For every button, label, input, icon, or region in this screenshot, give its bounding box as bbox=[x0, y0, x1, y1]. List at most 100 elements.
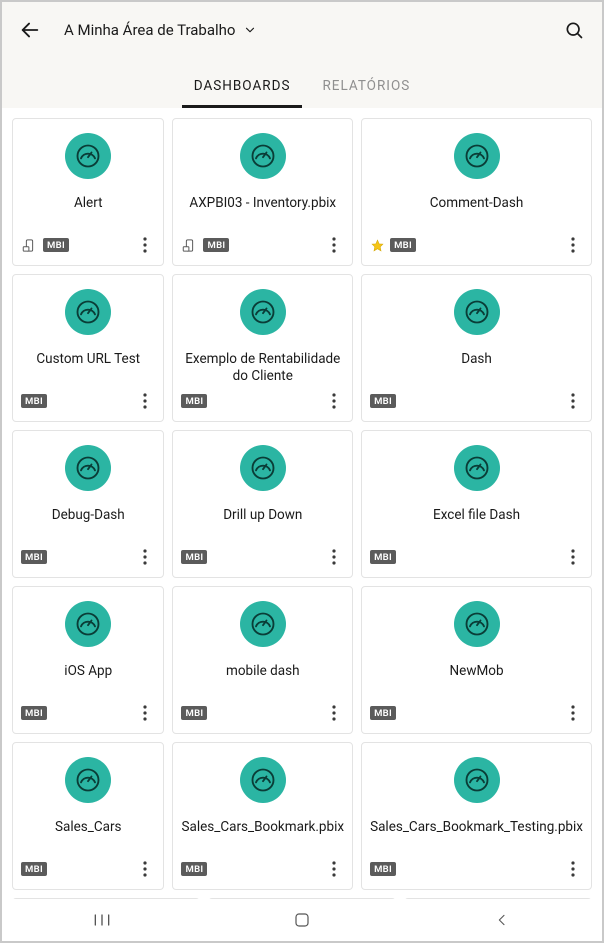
dashboard-card[interactable]: Sales_Cars_Bookmark_Testing.pbixMBI bbox=[361, 742, 592, 890]
dashboard-title: Debug-Dash bbox=[44, 507, 133, 524]
more-vert-icon bbox=[571, 237, 575, 253]
card-footer: MBI bbox=[181, 701, 344, 725]
dashboard-card[interactable]: Exemplo de Rentabilidade do Cliente MBI bbox=[172, 274, 353, 422]
card-more-button[interactable] bbox=[324, 389, 344, 413]
card-more-button[interactable] bbox=[563, 701, 583, 725]
card-more-button[interactable] bbox=[135, 701, 155, 725]
gauge-icon bbox=[74, 766, 102, 794]
dashboard-card[interactable]: NewMobMBI bbox=[361, 586, 592, 734]
sensitivity-badge: MBI bbox=[203, 238, 229, 252]
more-vert-icon bbox=[143, 705, 147, 721]
card-footer: MBI bbox=[370, 857, 583, 881]
dashboard-title: AXPBI03 - Inventory.pbix bbox=[181, 195, 344, 212]
dashboard-title: mobile dash bbox=[218, 663, 308, 680]
card-more-button[interactable] bbox=[135, 233, 155, 257]
sensitivity-badge: MBI bbox=[21, 862, 47, 876]
card-more-button[interactable] bbox=[324, 233, 344, 257]
card-more-button[interactable] bbox=[135, 389, 155, 413]
dashboard-card[interactable]: Excel file DashMBI bbox=[361, 430, 592, 578]
sensitivity-badge: MBI bbox=[21, 550, 47, 564]
more-vert-icon bbox=[571, 705, 575, 721]
dashboard-icon-circle bbox=[240, 133, 286, 179]
dashboard-card[interactable]: AXPBI03 - Inventory.pbix MBI bbox=[172, 118, 353, 266]
dashboard-card-partial[interactable] bbox=[208, 898, 396, 899]
card-more-button[interactable] bbox=[324, 545, 344, 569]
search-button[interactable] bbox=[560, 16, 588, 44]
sensitivity-badge: MBI bbox=[370, 550, 396, 564]
workspace-selector[interactable]: A Minha Área de Trabalho bbox=[64, 21, 257, 39]
sensitivity-badge: MBI bbox=[181, 394, 207, 408]
dashboard-card[interactable]: Custom URL TestMBI bbox=[12, 274, 164, 422]
sensitivity-badge: MBI bbox=[43, 238, 69, 252]
card-footer: MBI bbox=[21, 233, 155, 257]
gauge-icon bbox=[463, 298, 491, 326]
dashboard-card[interactable]: Drill up DownMBI bbox=[172, 430, 353, 578]
dashboard-card[interactable]: Sales_Cars MBI bbox=[12, 742, 164, 890]
star-icon bbox=[371, 239, 384, 252]
gauge-icon bbox=[463, 454, 491, 482]
card-footer: MBI bbox=[21, 545, 155, 569]
app-header: A Minha Área de Trabalho bbox=[2, 2, 602, 58]
dashboard-card-partial[interactable] bbox=[12, 898, 200, 899]
sensitivity-badge: MBI bbox=[181, 706, 207, 720]
nav-back[interactable] bbox=[472, 905, 532, 935]
tab-dashboards[interactable]: DASHBOARDS bbox=[178, 78, 307, 108]
gauge-icon bbox=[463, 766, 491, 794]
dashboard-card[interactable]: Comment-DashMBI bbox=[361, 118, 592, 266]
tab-reports[interactable]: RELATÓRIOS bbox=[306, 78, 426, 108]
dashboard-card-partial[interactable] bbox=[404, 898, 592, 899]
dashboard-card[interactable]: Alert MBI bbox=[12, 118, 164, 266]
dashboard-icon-circle bbox=[454, 133, 500, 179]
workspace-title: A Minha Área de Trabalho bbox=[64, 21, 235, 39]
back-button[interactable] bbox=[16, 16, 44, 44]
more-vert-icon bbox=[571, 549, 575, 565]
card-footer: MBI bbox=[181, 389, 344, 413]
card-footer: MBI bbox=[370, 701, 583, 725]
nav-back-icon bbox=[494, 912, 510, 928]
dashboard-icon-circle bbox=[65, 289, 111, 335]
dashboard-icon-circle bbox=[454, 757, 500, 803]
sensitivity-badge: MBI bbox=[370, 862, 396, 876]
dashboard-icon-circle bbox=[240, 757, 286, 803]
dashboard-card[interactable]: Sales_Cars_Bookmark.pbixMBI bbox=[172, 742, 353, 890]
gauge-icon bbox=[249, 454, 277, 482]
dashboard-icon-circle bbox=[454, 601, 500, 647]
dashboard-card[interactable]: Debug-Dash MBI bbox=[12, 430, 164, 578]
dashboard-icon-circle bbox=[65, 133, 111, 179]
card-more-button[interactable] bbox=[563, 233, 583, 257]
content-tabs: DASHBOARDS RELATÓRIOS bbox=[2, 58, 602, 108]
dashboard-card[interactable]: DashMBI bbox=[361, 274, 592, 422]
dashboard-icon-circle bbox=[240, 445, 286, 491]
dashboard-card[interactable]: iOS App MBI bbox=[12, 586, 164, 734]
phone-layout-indicator bbox=[181, 237, 197, 253]
more-vert-icon bbox=[143, 861, 147, 877]
dashboard-title: iOS App bbox=[56, 663, 120, 680]
dashboard-title: Custom URL Test bbox=[28, 351, 148, 368]
dashboard-title: Sales_Cars bbox=[47, 819, 130, 836]
gauge-icon bbox=[463, 142, 491, 170]
card-more-button[interactable] bbox=[563, 857, 583, 881]
gauge-icon bbox=[74, 142, 102, 170]
card-more-button[interactable] bbox=[135, 857, 155, 881]
sensitivity-badge: MBI bbox=[21, 706, 47, 720]
phone-layout-icon bbox=[22, 238, 37, 253]
card-more-button[interactable] bbox=[324, 701, 344, 725]
android-navbar bbox=[2, 899, 602, 941]
card-more-button[interactable] bbox=[324, 857, 344, 881]
gauge-icon bbox=[249, 610, 277, 638]
card-more-button[interactable] bbox=[563, 389, 583, 413]
dashboard-title: Dash bbox=[453, 351, 500, 368]
favorite-indicator bbox=[370, 238, 384, 252]
dashboard-title: Alert bbox=[66, 195, 111, 212]
nav-home[interactable] bbox=[272, 905, 332, 935]
nav-recents[interactable] bbox=[72, 905, 132, 935]
card-more-button[interactable] bbox=[563, 545, 583, 569]
dashboard-title: Drill up Down bbox=[215, 507, 310, 524]
dashboard-card[interactable]: mobile dash MBI bbox=[172, 586, 353, 734]
more-vert-icon bbox=[143, 549, 147, 565]
dashboard-title: Exemplo de Rentabilidade do Cliente bbox=[173, 351, 352, 385]
card-more-button[interactable] bbox=[135, 545, 155, 569]
more-vert-icon bbox=[571, 393, 575, 409]
dashboard-icon-circle bbox=[454, 445, 500, 491]
dashboard-title: Sales_Cars_Bookmark.pbix bbox=[173, 819, 352, 836]
